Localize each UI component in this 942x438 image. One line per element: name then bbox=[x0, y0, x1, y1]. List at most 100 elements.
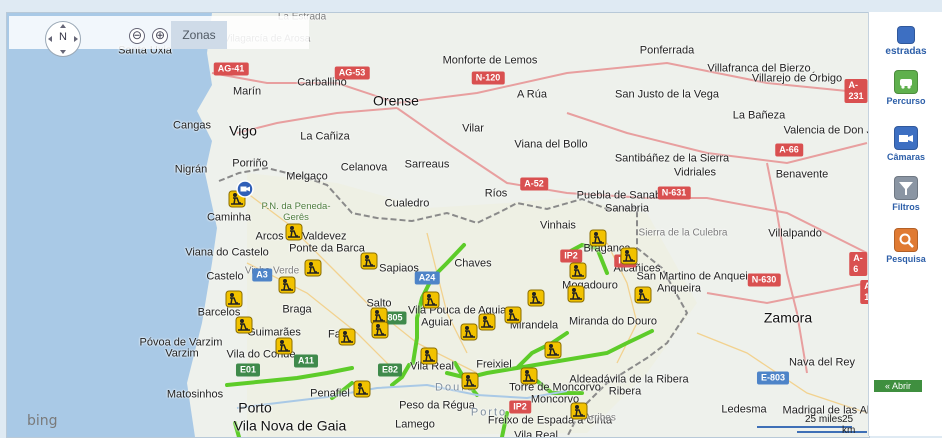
place-label: Porriño bbox=[232, 159, 267, 170]
place-label: Villarejo de Órbigo bbox=[752, 74, 842, 85]
roadwork-icon[interactable] bbox=[527, 289, 545, 307]
place-label: Penafiel bbox=[310, 389, 350, 400]
place-label: Chaves bbox=[454, 259, 491, 270]
sidebar-item-label: Pesquisa bbox=[886, 254, 926, 264]
roadwork-icon[interactable] bbox=[544, 341, 562, 359]
place-label: Porto bbox=[238, 403, 271, 414]
roadwork-icon[interactable] bbox=[570, 402, 588, 420]
roadwork-icon[interactable] bbox=[504, 306, 522, 324]
roadwork-icon[interactable] bbox=[420, 347, 438, 365]
place-label: Villalpando bbox=[768, 229, 822, 240]
filter-icon bbox=[894, 176, 918, 200]
road-shield: N-630 bbox=[748, 274, 781, 287]
roadwork-icon[interactable] bbox=[460, 323, 478, 341]
zoom-out-button[interactable]: ⊖ bbox=[129, 28, 145, 44]
place-label: Braga bbox=[282, 305, 311, 316]
roadwork-icon[interactable] bbox=[225, 290, 243, 308]
place-label: Orense bbox=[373, 96, 419, 107]
place-label: Caminha bbox=[207, 213, 251, 224]
place-label: Zamora bbox=[764, 313, 812, 324]
place-label: Marín bbox=[233, 87, 261, 98]
road-shield: A3 bbox=[252, 269, 272, 282]
place-label: Ríos bbox=[485, 189, 508, 200]
road-shield: A-66 bbox=[775, 144, 803, 157]
place-label: Varzim bbox=[165, 349, 198, 360]
brand: estradas bbox=[869, 26, 942, 57]
roadwork-icon[interactable] bbox=[620, 247, 638, 265]
sidebar-item-label: Percurso bbox=[886, 96, 925, 106]
place-label: Sierra de la Culebra bbox=[639, 228, 728, 239]
place-label: Melgaço bbox=[286, 172, 328, 183]
place-label: Santibáñez de la Sierra bbox=[615, 154, 729, 165]
zonas-button[interactable]: Zonas bbox=[171, 21, 227, 49]
map-area[interactable]: Santa UxiaVilagarcía de ArosaLa EstradaM… bbox=[6, 12, 870, 438]
place-label: Peso da Régua bbox=[399, 401, 475, 412]
bing-logo: bing bbox=[27, 413, 58, 429]
compass-north-label: N bbox=[46, 31, 80, 43]
roadwork-icon[interactable] bbox=[520, 367, 538, 385]
zoom-in-button[interactable]: ⊕ bbox=[152, 28, 168, 44]
sidebar-item-label: Filtros bbox=[892, 202, 920, 212]
road-shield: AG-41 bbox=[214, 63, 249, 76]
place-label: Valencia de Don Juan bbox=[784, 126, 870, 137]
road-shield: A-231 bbox=[844, 79, 867, 103]
sidebar: estradas Percurso Câmaras Filtros Pesquisa bbox=[868, 12, 942, 436]
estradas-logo-icon bbox=[897, 26, 915, 44]
place-label: La Bañeza bbox=[733, 111, 786, 122]
place-label: Ribera bbox=[609, 387, 641, 398]
place-label: Vigo bbox=[229, 126, 257, 137]
place-label: Sanabria bbox=[605, 204, 649, 215]
roadwork-icon[interactable] bbox=[461, 372, 479, 390]
place-label: Barcelos bbox=[198, 308, 241, 319]
roadwork-icon[interactable] bbox=[278, 276, 296, 294]
compass-control[interactable]: N bbox=[45, 21, 81, 57]
map-scale: 25 miles 25 km bbox=[757, 410, 867, 436]
roadwork-icon[interactable] bbox=[235, 316, 253, 334]
roadwork-icon[interactable] bbox=[478, 313, 496, 331]
roadwork-icon[interactable] bbox=[422, 291, 440, 309]
roadwork-icon[interactable] bbox=[360, 252, 378, 270]
place-label: Anqueira bbox=[657, 284, 701, 295]
sidebar-item-label: Câmaras bbox=[887, 152, 925, 162]
road-shield: A-6 bbox=[849, 252, 867, 276]
place-label: La Cañiza bbox=[300, 132, 350, 143]
road-shield: N-120 bbox=[472, 72, 505, 85]
road-shield: E82 bbox=[378, 364, 402, 377]
roadwork-icon[interactable] bbox=[371, 321, 389, 339]
place-label: Cualedro bbox=[385, 199, 430, 210]
roadwork-icon[interactable] bbox=[285, 223, 303, 241]
roadwork-icon[interactable] bbox=[353, 380, 371, 398]
sidebar-item-percurso[interactable]: Percurso bbox=[869, 70, 942, 106]
scale-miles: 25 miles bbox=[805, 414, 842, 425]
roadwork-icon[interactable] bbox=[304, 259, 322, 277]
place-label: Viana do Castelo bbox=[185, 248, 269, 259]
roadwork-icon[interactable] bbox=[634, 286, 652, 304]
place-label: Ponte da Barca bbox=[289, 244, 365, 255]
place-label: Miranda do Douro bbox=[569, 317, 657, 328]
brand-label: estradas bbox=[885, 46, 926, 57]
abrir-button[interactable]: « Abrir bbox=[874, 380, 922, 392]
road-shield: AG-53 bbox=[335, 67, 370, 80]
place-label: Cangas bbox=[173, 121, 211, 132]
roadwork-icon[interactable] bbox=[569, 262, 587, 280]
road-shield: E-803 bbox=[757, 372, 789, 385]
camera-icon bbox=[894, 126, 918, 150]
place-label: Aguiar bbox=[421, 318, 453, 329]
scale-km: 25 km bbox=[842, 414, 867, 436]
place-label: Ponferrada bbox=[640, 46, 694, 57]
camera-marker-icon[interactable] bbox=[236, 180, 254, 198]
sidebar-item-pesquisa[interactable]: Pesquisa bbox=[869, 228, 942, 264]
place-label: San Justo de la Vega bbox=[615, 90, 719, 101]
roadwork-icon[interactable] bbox=[567, 285, 585, 303]
sidebar-item-câmaras[interactable]: Câmaras bbox=[869, 126, 942, 162]
search-icon bbox=[894, 228, 918, 252]
roadwork-icon[interactable] bbox=[589, 229, 607, 247]
app-frame: Santa UxiaVilagarcía de ArosaLa EstradaM… bbox=[0, 0, 942, 436]
road-shield: A24 bbox=[415, 272, 440, 285]
place-label: Matosinhos bbox=[167, 390, 223, 401]
sidebar-item-filtros[interactable]: Filtros bbox=[869, 176, 942, 212]
roadwork-icon[interactable] bbox=[338, 328, 356, 346]
place-label: Sapiaos bbox=[379, 264, 419, 275]
roadwork-icon[interactable] bbox=[275, 337, 293, 355]
place-label: Vinhais bbox=[540, 221, 576, 232]
